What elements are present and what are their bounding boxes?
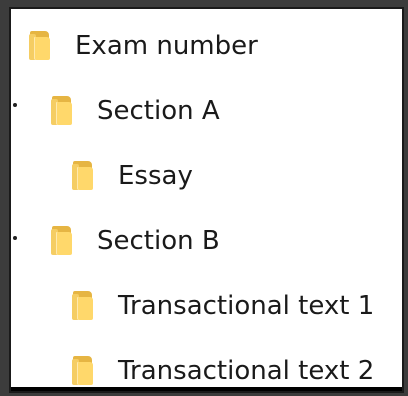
folder-tree-panel: Exam number Section A Essay Section B Tr… bbox=[9, 7, 404, 393]
tree-item-essay[interactable]: Essay bbox=[72, 156, 193, 196]
tree-item-section-b[interactable]: Section B bbox=[51, 221, 220, 261]
folder-icon bbox=[29, 31, 53, 61]
screenshot-frame: Exam number Section A Essay Section B Tr… bbox=[0, 0, 408, 396]
folder-icon bbox=[51, 96, 75, 126]
tree-connector-dot bbox=[13, 103, 17, 107]
tree-item-label: Exam number bbox=[75, 31, 258, 61]
tree-item-transactional-text-2[interactable]: Transactional text 2 bbox=[72, 351, 374, 391]
tree-item-label: Transactional text 1 bbox=[118, 291, 375, 321]
tree-item-section-a[interactable]: Section A bbox=[51, 91, 220, 131]
tree-item-label: Essay bbox=[118, 161, 193, 191]
tree-item-exam-number[interactable]: Exam number bbox=[29, 26, 258, 66]
folder-icon bbox=[72, 161, 96, 191]
folder-icon bbox=[72, 291, 96, 321]
tree-connector-dot bbox=[13, 236, 17, 240]
tree-item-label: Section B bbox=[97, 226, 220, 256]
folder-icon bbox=[72, 356, 96, 386]
tree-item-label: Transactional text 2 bbox=[118, 356, 375, 386]
folder-icon bbox=[51, 226, 75, 256]
panel-bottom-border bbox=[11, 387, 402, 391]
tree-item-label: Section A bbox=[97, 96, 220, 126]
folder-tree: Exam number Section A Essay Section B Tr… bbox=[11, 9, 402, 391]
tree-item-transactional-text-1[interactable]: Transactional text 1 bbox=[72, 286, 374, 326]
